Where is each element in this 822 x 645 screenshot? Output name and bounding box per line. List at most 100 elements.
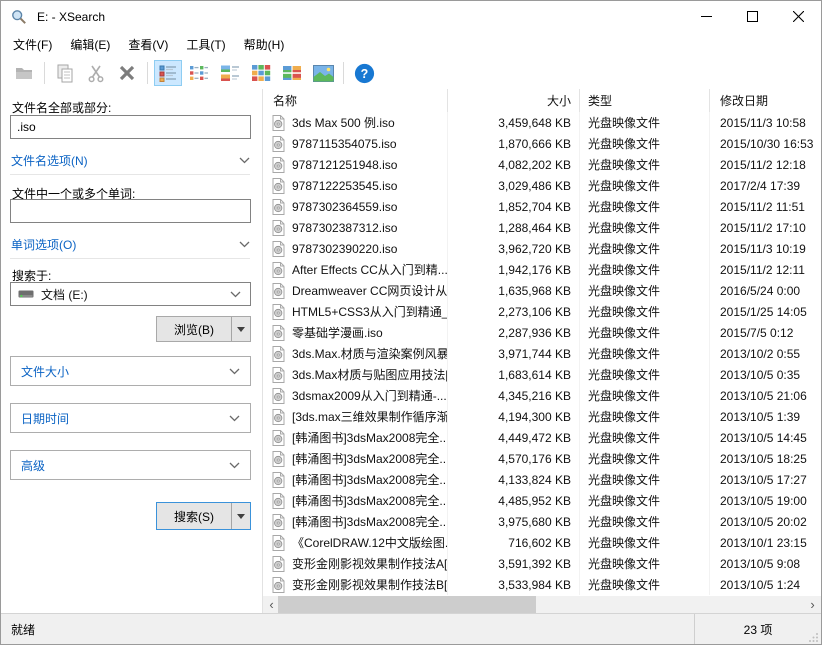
disc-image-file-icon: [272, 220, 285, 236]
table-row[interactable]: 9787302364559.iso 1,852,704 KB 光盘映像文件 20…: [263, 196, 821, 217]
disc-image-file-icon: [272, 430, 285, 446]
file-date: 2013/10/2 0:55: [710, 343, 821, 364]
table-row[interactable]: After Effects CC从入门到精... 1,942,176 KB 光盘…: [263, 259, 821, 280]
scroll-thumb[interactable]: [278, 596, 536, 613]
filename-options-expander[interactable]: 文件名选项(N): [11, 150, 250, 170]
file-date: 2015/11/2 17:10: [710, 217, 821, 238]
maximize-button[interactable]: [729, 1, 775, 32]
menu-item-edit[interactable]: 编辑(E): [61, 32, 119, 57]
table-row[interactable]: [韩涌图书]3dsMax2008完全... 4,449,472 KB 光盘映像文…: [263, 427, 821, 448]
drive-icon: [18, 288, 34, 300]
table-row[interactable]: HTML5+CSS3从入门到精通_... 2,273,106 KB 光盘映像文件…: [263, 301, 821, 322]
menu-item-tools[interactable]: 工具(T): [177, 32, 234, 57]
table-row[interactable]: 3ds.Max.材质与渲染案例风暴... 3,971,744 KB 光盘映像文件…: [263, 343, 821, 364]
file-size: 4,570,176 KB: [448, 448, 580, 469]
svg-text:?: ?: [360, 67, 368, 81]
xsearch-window: E: - XSearch 文件(F) 编辑(E) 查看(V) 工具(T) 帮助(…: [0, 0, 822, 645]
word-options-expander[interactable]: 单词选项(O): [11, 234, 250, 254]
browse-dropdown-button[interactable]: [231, 317, 250, 341]
close-button[interactable]: [775, 1, 821, 32]
column-header-type[interactable]: 类型: [580, 89, 710, 112]
scroll-right-button[interactable]: ›: [804, 596, 821, 613]
table-row[interactable]: 3dsmax2009从入门到精通-... 4,345,216 KB 光盘映像文件…: [263, 385, 821, 406]
disc-image-file-icon: [272, 136, 285, 152]
table-row[interactable]: 零基础学漫画.iso 2,287,936 KB 光盘映像文件 2015/7/5 …: [263, 322, 821, 343]
file-type: 光盘映像文件: [580, 364, 710, 385]
table-row[interactable]: Dreamweaver CC网页设计从... 1,635,968 KB 光盘映像…: [263, 280, 821, 301]
table-row[interactable]: 《CorelDRAW.12中文版绘图... 716,602 KB 光盘映像文件 …: [263, 532, 821, 553]
filename-input[interactable]: [10, 115, 251, 139]
open-button[interactable]: [10, 60, 38, 86]
menu-item-file[interactable]: 文件(F): [4, 32, 61, 57]
browse-button[interactable]: 浏览(B): [157, 317, 231, 341]
table-row[interactable]: 9787122253545.iso 3,029,486 KB 光盘映像文件 20…: [263, 175, 821, 196]
table-row[interactable]: [韩涌图书]3dsMax2008完全... 4,485,952 KB 光盘映像文…: [263, 490, 821, 511]
table-row[interactable]: 9787121251948.iso 4,082,202 KB 光盘映像文件 20…: [263, 154, 821, 175]
file-date: 2013/10/5 20:02: [710, 511, 821, 532]
table-row[interactable]: 变形金刚影视效果制作技法B[... 3,533,984 KB 光盘映像文件 20…: [263, 574, 821, 595]
file-name-cell: 9787121251948.iso: [263, 154, 448, 175]
table-row[interactable]: 9787115354075.iso 1,870,666 KB 光盘映像文件 20…: [263, 133, 821, 154]
advanced-section-header[interactable]: 高级: [10, 450, 251, 480]
disc-image-file-icon: [272, 577, 285, 593]
file-type: 光盘映像文件: [580, 574, 710, 595]
file-date: 2016/5/24 0:00: [710, 280, 821, 301]
menu-item-view[interactable]: 查看(V): [119, 32, 177, 57]
file-name: [韩涌图书]3dsMax2008完全...: [292, 492, 448, 509]
column-header-date[interactable]: 修改日期: [710, 89, 821, 112]
file-list: 名称 大小 类型 修改日期 3ds Max 500 例.iso 3,459,64…: [263, 89, 821, 613]
chevron-down-icon: [239, 241, 250, 248]
small-icons-view-button[interactable]: [185, 60, 213, 86]
file-date: 2013/10/5 1:39: [710, 406, 821, 427]
menu-item-help[interactable]: 帮助(H): [235, 32, 294, 57]
table-row[interactable]: [韩涌图书]3dsMax2008完全... 4,570,176 KB 光盘映像文…: [263, 448, 821, 469]
table-row[interactable]: [韩涌图书]3dsMax2008完全... 4,133,824 KB 光盘映像文…: [263, 469, 821, 490]
file-date: 2015/11/2 12:18: [710, 154, 821, 175]
content-view-button[interactable]: [278, 60, 306, 86]
file-name: [韩涌图书]3dsMax2008完全...: [292, 429, 448, 446]
search-button[interactable]: 搜索(S): [157, 503, 231, 529]
small-icons-view-icon: [189, 64, 209, 82]
large-thumbnail-view-button[interactable]: [309, 60, 337, 86]
resize-grip[interactable]: [809, 632, 819, 642]
table-row[interactable]: 3ds.Max材质与贴图应用技法[... 1,683,614 KB 光盘映像文件…: [263, 364, 821, 385]
disc-image-file-icon: [272, 115, 285, 131]
file-date: 2015/7/5 0:12: [710, 322, 821, 343]
maximize-icon: [747, 11, 758, 22]
delete-button[interactable]: [113, 60, 141, 86]
cut-button[interactable]: [82, 60, 110, 86]
disc-image-file-icon: [272, 388, 285, 404]
table-row[interactable]: [3ds.max三维效果制作循序渐... 4,194,300 KB 光盘映像文件…: [263, 406, 821, 427]
search-split-button: 搜索(S): [156, 502, 251, 530]
column-header-size[interactable]: 大小: [448, 89, 580, 112]
file-size: 1,288,464 KB: [448, 217, 580, 238]
size-section-header[interactable]: 文件大小: [10, 356, 251, 386]
file-name: [韩涌图书]3dsMax2008完全...: [292, 513, 448, 530]
file-type: 光盘映像文件: [580, 175, 710, 196]
search-dropdown-button[interactable]: [231, 503, 250, 529]
file-name: HTML5+CSS3从入门到精通_...: [292, 303, 448, 320]
file-size: 4,082,202 KB: [448, 154, 580, 175]
list-header: 名称 大小 类型 修改日期: [263, 89, 821, 112]
column-header-name[interactable]: 名称: [263, 89, 448, 112]
menubar: 文件(F) 编辑(E) 查看(V) 工具(T) 帮助(H): [1, 32, 821, 57]
horizontal-scrollbar[interactable]: ‹ ›: [263, 596, 821, 613]
table-row[interactable]: 变形金刚影视效果制作技法A[... 3,591,392 KB 光盘映像文件 20…: [263, 553, 821, 574]
disc-image-file-icon: [272, 178, 285, 194]
table-row[interactable]: 9787302390220.iso 3,962,720 KB 光盘映像文件 20…: [263, 238, 821, 259]
words-input[interactable]: [10, 199, 251, 223]
tiles-view-button[interactable]: [247, 60, 275, 86]
medium-icons-view-button[interactable]: [216, 60, 244, 86]
minimize-button[interactable]: [683, 1, 729, 32]
details-view-button[interactable]: [154, 60, 182, 86]
copy-button[interactable]: [51, 60, 79, 86]
table-row[interactable]: 9787302387312.iso 1,288,464 KB 光盘映像文件 20…: [263, 217, 821, 238]
table-row[interactable]: 3ds Max 500 例.iso 3,459,648 KB 光盘映像文件 20…: [263, 112, 821, 133]
medium-icons-view-icon: [220, 64, 240, 82]
location-select[interactable]: 文档 (E:): [10, 282, 251, 306]
table-row[interactable]: [韩涌图书]3dsMax2008完全... 3,975,680 KB 光盘映像文…: [263, 511, 821, 532]
help-button[interactable]: ?: [350, 60, 378, 86]
disc-image-file-icon: [272, 304, 285, 320]
file-size: 3,459,648 KB: [448, 112, 580, 133]
datetime-section-header[interactable]: 日期时间: [10, 403, 251, 433]
